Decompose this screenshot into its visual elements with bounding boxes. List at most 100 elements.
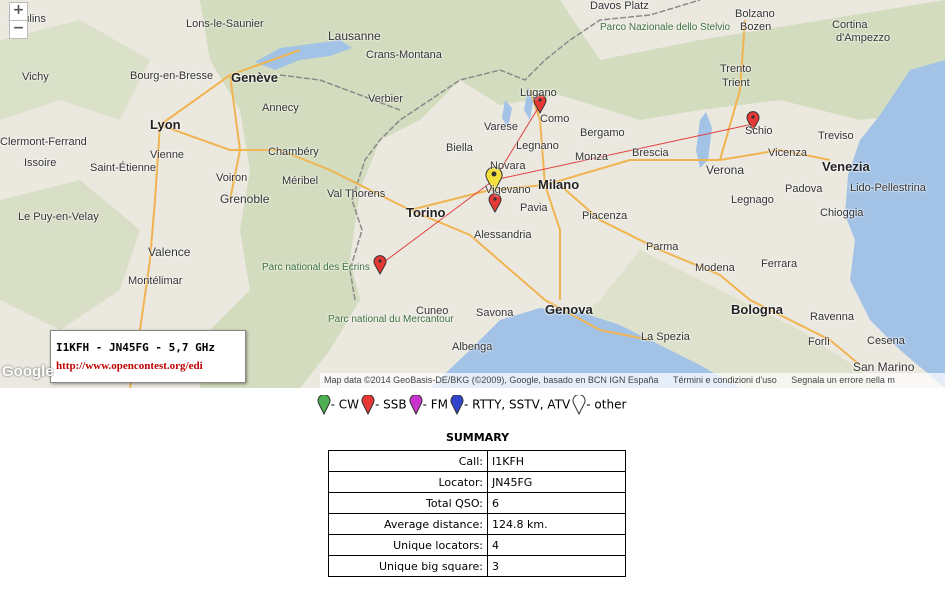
city-label: Lugano	[520, 87, 557, 99]
map-pin-icon	[361, 394, 375, 416]
summary-value: 6	[487, 492, 626, 514]
summary-row: Unique locators: 4	[328, 534, 626, 556]
city-label: Lons-le-Saunier	[186, 18, 264, 30]
city-label: Cuneo	[416, 305, 449, 317]
legend-item: - SSB	[361, 394, 407, 416]
city-label: Cesena	[867, 335, 905, 347]
city-label: Clermont-Ferrand	[0, 136, 87, 148]
summary-key: Average distance:	[328, 513, 488, 535]
city-label: Legnano	[516, 140, 559, 152]
city-label: Bozen	[740, 21, 772, 33]
city-label: Treviso	[818, 130, 854, 142]
city-label: Brescia	[632, 147, 669, 159]
city-label: Le Puy-en-Velay	[18, 211, 99, 223]
city-label: Novara	[490, 160, 526, 172]
city-label: Forlì	[808, 336, 830, 348]
city-label: Parco Nazionale dello Stelvio	[600, 22, 731, 33]
summary-value: 3	[487, 555, 626, 577]
summary-key: Call:	[328, 450, 488, 472]
legend-item: - other	[572, 394, 627, 416]
city-label: Savona	[476, 307, 514, 319]
city-label: Genève	[231, 70, 278, 85]
city-label: Valence	[148, 245, 191, 259]
info-window-link[interactable]: http://www.opencontest.org/edi	[56, 360, 203, 372]
summary-value: I1KFH	[487, 450, 626, 472]
city-label: Bolzano	[735, 8, 775, 20]
city-label: Trient	[722, 77, 750, 89]
city-label: Trento	[720, 63, 752, 75]
city-label: Verbier	[368, 93, 403, 105]
city-label: Genova	[545, 302, 593, 317]
city-label: Monza	[575, 151, 609, 163]
city-label: Lausanne	[328, 29, 381, 43]
city-label: Parma	[646, 241, 679, 253]
city-label: Piacenza	[582, 210, 628, 222]
map-pin-icon	[572, 394, 586, 416]
map-pin-icon	[409, 394, 423, 416]
report-error-link[interactable]: Segnala un errore nella m	[791, 375, 895, 385]
summary-row: Unique big square: 3	[328, 555, 626, 577]
city-label: Montélimar	[128, 275, 183, 287]
terms-link[interactable]: Términi e condizioni d'uso	[673, 375, 777, 385]
city-label: Biella	[446, 142, 473, 154]
summary-key: Total QSO:	[328, 492, 488, 514]
city-label: Chioggia	[820, 207, 864, 219]
summary-table: Call: I1KFH Locator: JN45FG Total QSO: 6 Avera…	[328, 450, 626, 577]
zoom-out-button[interactable]: −	[9, 20, 28, 39]
city-label: Issoire	[24, 157, 57, 169]
city-label: Legnago	[731, 194, 774, 206]
summary-value: 4	[487, 534, 626, 556]
city-label: Grenoble	[220, 192, 270, 206]
city-label: Varese	[484, 121, 519, 133]
legend-label: - other	[586, 397, 627, 412]
city-label: Ravenna	[810, 311, 855, 323]
marker-legend: - CW - SSB - FM - RTTY, SSTV, ATV - other	[0, 394, 945, 419]
city-label: Milano	[538, 177, 580, 192]
legend-label: - RTTY, SSTV, ATV	[464, 397, 571, 412]
summary-row: Locator: JN45FG	[328, 471, 626, 493]
attribution-text: Map data ©2014 GeoBasis-DE/BKG (©2009), …	[324, 375, 659, 385]
city-label: Padova	[785, 183, 823, 195]
map-pin-icon	[450, 394, 464, 416]
city-label: Méribel	[282, 175, 319, 187]
city-label: Bergamo	[580, 127, 625, 139]
city-label: Voiron	[216, 172, 248, 184]
city-label: Verona	[706, 163, 745, 177]
city-label: Lyon	[150, 117, 181, 132]
city-label: Bourg-en-Bresse	[130, 70, 214, 82]
map-pin-icon	[317, 394, 331, 416]
summary-title: SUMMARY	[445, 431, 510, 444]
map-attribution: Map data ©2014 GeoBasis-DE/BKG (©2009), …	[320, 373, 945, 388]
city-label: Vienne	[150, 149, 185, 161]
city-label: Pavia	[520, 202, 548, 214]
map-view[interactable]: MoulinsLons-le-SaunierLausanneCrans-Mont…	[0, 0, 945, 388]
city-label: Crans-Montana	[366, 49, 442, 61]
summary-key: Unique big square:	[328, 555, 488, 577]
info-window-title: I1KFH - JN45FG - 5,7 GHz	[56, 341, 215, 354]
city-label: Vicenza	[768, 147, 807, 159]
city-label: Albenga	[452, 341, 493, 353]
legend-item: - FM	[409, 394, 449, 416]
city-label: Davos Platz	[590, 0, 649, 12]
summary-row: Average distance: 124.8 km.	[328, 513, 626, 535]
legend-label: - FM	[422, 397, 449, 412]
city-label: Val Thorens	[327, 188, 386, 200]
city-label: Vigevano	[485, 184, 531, 196]
google-logo[interactable]: Google	[2, 363, 54, 380]
summary-key: Locator:	[328, 471, 488, 493]
summary-value: 124.8 km.	[487, 513, 626, 535]
city-label: Chambéry	[268, 146, 319, 158]
zoom-in-button[interactable]: +	[9, 2, 28, 21]
city-label: d'Ampezzo	[836, 32, 891, 44]
city-label: Ferrara	[761, 258, 798, 270]
legend-label: - SSB	[374, 397, 407, 412]
city-label: Annecy	[262, 102, 299, 114]
summary-key: Unique locators:	[328, 534, 488, 556]
summary-row: Call: I1KFH	[328, 450, 626, 472]
city-label: Bologna	[731, 302, 783, 317]
city-label: Modena	[695, 262, 735, 274]
city-label: Vichy	[22, 71, 49, 83]
legend-item: - CW	[317, 394, 359, 416]
city-label: Lido-Pellestrina	[850, 182, 926, 194]
city-label: Venezia	[822, 159, 870, 174]
